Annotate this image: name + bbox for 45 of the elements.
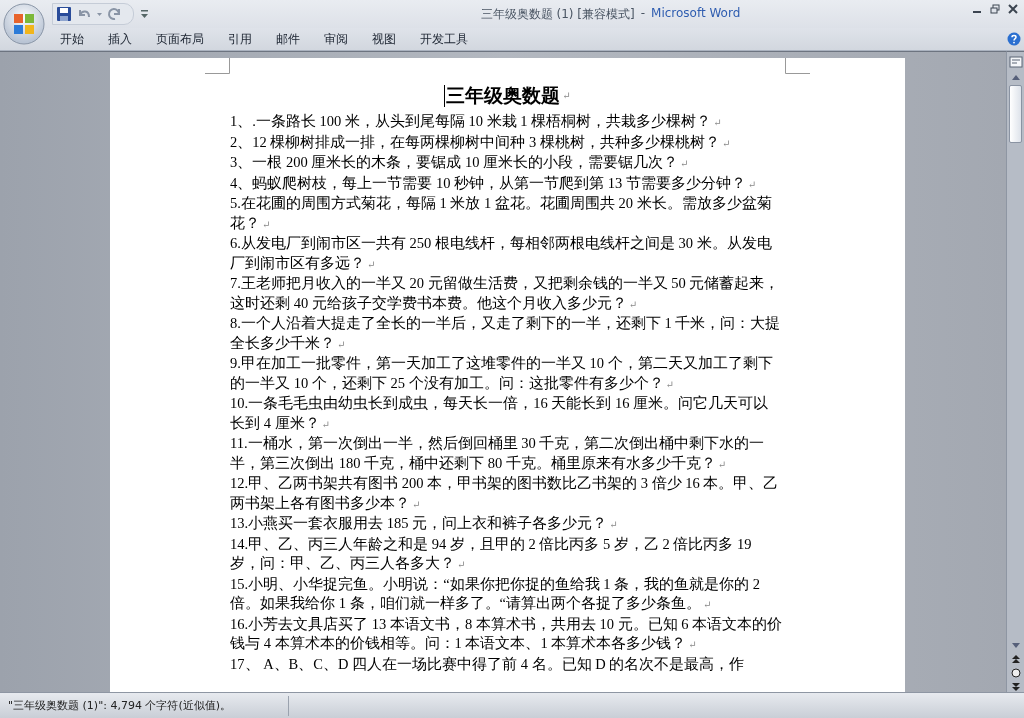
ribbon-tab[interactable]: 开始 [48,28,96,50]
question-text: 14.甲、乙、丙三人年龄之和是 94 岁，且甲的 2 倍比丙多 5 岁，乙 2 倍比丙多 19 岁，问：甲、乙、丙三人各多大？↵ [230,534,753,573]
question-text: 6.从发电厂到闹市区一共有 250 根电线杆，每相邻两根电线杆之间是 30 米。从发电厂到闹市区有多远？↵ [230,234,773,273]
status-text: "三年级奥数题 (1)": 4,794 个字符(近似值)。 [7,698,232,713]
redo-icon[interactable] [107,6,123,22]
window-title: 三年级奥数题 (1) [兼容模式] [480,5,635,23]
help-icon[interactable] [1007,32,1021,46]
paragraph-mark: ↵ [562,91,571,101]
text-cursor [444,85,446,107]
scroll-up-icon[interactable] [1010,73,1021,81]
title-separator: - [640,5,646,22]
question-text: 4、蚂蚁爬树枝，每上一节需要 10 秒钟，从第一节爬到第 13 节需要多少分钟？↵ [230,173,758,193]
ribbon-tab[interactable]: 插入 [96,28,144,50]
ribbon-tab[interactable]: 引用 [216,28,264,50]
question-text: 17、 A、B、C、D 四人在一场比赛中得了前 4 名。已知 D 的名次不是最高，作 [230,654,746,674]
question-text: 2、12 棵柳树排成一排，在每两棵柳树中间种 3 棵桃树，共种多少棵桃树？↵ [230,132,732,152]
crop-mark [205,58,230,74]
ribbon-tab[interactable]: 页面布局 [144,28,216,50]
question-text: 7.王老师把月收入的一半又 20 元留做生活费，又把剩余钱的一半又 50 元储蓄起来，这时还剩 40 元给孩子交学费书本费。他这个月收入多少元？↵ [230,274,781,313]
ribbon-tab[interactable]: 开发工具 [408,28,480,50]
ruler-toggle-icon[interactable] [1008,55,1023,69]
ribbon-tab[interactable]: 邮件 [264,28,312,50]
app-name: Microsoft Word [651,5,741,22]
scroll-thumb[interactable] [1009,85,1022,143]
question-text: 12.甲、乙两书架共有图书 200 本，甲书架的图书数比乙书架的 3 倍少 16 本。甲、乙两书架上各有图书多少本？↵ [230,474,780,513]
question-text: 10.一条毛毛虫由幼虫长到成虫，每天长一倍，16 天能长到 16 厘米。问它几天可以长到 4 厘米？↵ [230,394,769,433]
previous-page-icon[interactable] [1010,654,1021,664]
question-text: 5.在花圃的周围方式菊花，每隔 1 米放 1 盆花。花圃周围共 20 米长。需放多少盆菊花？↵ [230,194,773,233]
ribbon-tab[interactable]: 视图 [360,28,408,50]
document-title: 三年级奥数题 [446,84,561,108]
question-text: 15.小明、小华捉完鱼。小明说：“如果你把你捉的鱼给我 1 条，我的鱼就是你的 2 倍。如果我给你 1 条，咱们就一样多了。“请算出两个各捉了多少条鱼。↵ [230,574,761,613]
browse-object-icon[interactable] [1010,668,1021,678]
question-text: 13.小燕买一套衣服用去 185 元，问上衣和裤子各多少元？↵ [230,514,619,533]
save-icon[interactable] [56,6,72,22]
close-icon[interactable] [1008,4,1018,14]
question-text: 9.甲在加工一批零件，第一天加工了这堆零件的一半又 10 个，第二天又加工了剩下的一半又 10 个，还剩下 25 个没有加工。问：这批零件有多少个？↵ [230,354,774,393]
question-text: 11.一桶水，第一次倒出一半，然后倒回桶里 30 千克，第二次倒出桶中剩下水的一半，第三次倒出 180 千克，桶中还剩下 80 千克。桶里原来有水多少千克？↵ [230,434,766,473]
ribbon-tab[interactable]: 审阅 [312,28,360,50]
customize-caret-icon[interactable] [140,9,149,19]
crop-mark [785,58,810,74]
question-text: 1、.一条路长 100 米，从头到尾每隔 10 米栽 1 棵梧桐树，共栽多少棵树？↵ [230,112,723,131]
restore-icon[interactable] [990,4,1000,14]
question-text: 3、一根 200 厘米长的木条，要锯成 10 厘米长的小段，需要锯几次？↵ [230,153,690,172]
question-text: 16.小芳去文具店买了 13 本语文书，8 本算术书，共用去 10 元。已知 6 本语文本的价钱与 4 本算术本的价钱相等。问：1 本语文本、1 本算术本各多少钱？↵ [230,614,782,653]
question-text: 8.一个人沿着大提走了全长的一半后，又走了剩下的一半，还剩下 1 千米，问：大提全长多少千米？↵ [230,314,782,353]
